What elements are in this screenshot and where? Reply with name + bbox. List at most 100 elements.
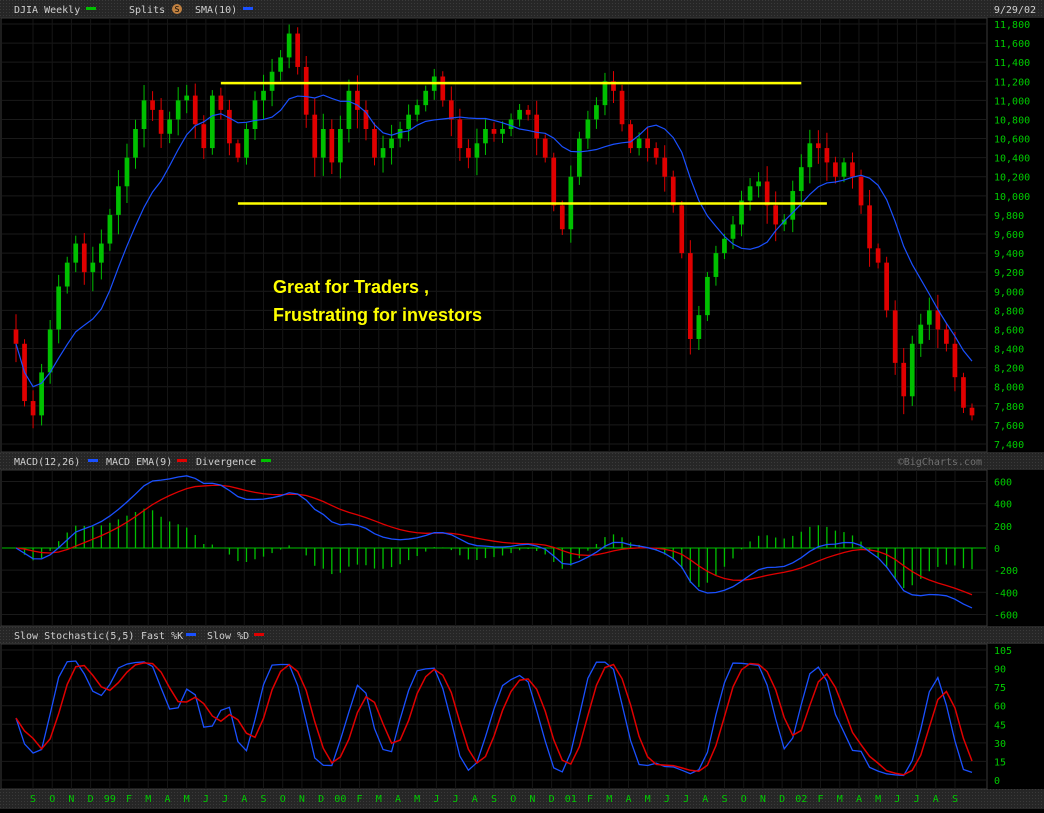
price-axis-tick: 11,800 bbox=[994, 20, 1030, 31]
divergence-legend-swatch bbox=[261, 459, 271, 462]
candle-body bbox=[577, 138, 582, 177]
candle-body bbox=[833, 162, 838, 177]
candle-body bbox=[269, 71, 275, 91]
candle-body bbox=[594, 105, 599, 120]
candle-body bbox=[201, 124, 207, 149]
candle-body bbox=[209, 95, 215, 149]
x-axis-label: M bbox=[606, 794, 612, 805]
price-axis-tick: 11,200 bbox=[994, 77, 1030, 88]
x-axis-label: J bbox=[914, 794, 920, 805]
macd-axis-tick: -200 bbox=[994, 566, 1018, 577]
candle-body bbox=[645, 138, 650, 149]
macd-axis-tick: 0 bbox=[994, 544, 1000, 555]
candle-body bbox=[500, 129, 505, 134]
x-axis-label: J bbox=[203, 794, 209, 805]
candle-body bbox=[756, 181, 761, 187]
candle-body bbox=[90, 262, 96, 273]
candle-body bbox=[423, 90, 429, 106]
candle-body bbox=[628, 124, 633, 149]
candle-body bbox=[141, 100, 147, 129]
candle-body bbox=[884, 262, 889, 311]
candle-body bbox=[508, 119, 514, 129]
x-axis-label: M bbox=[145, 794, 151, 805]
candle-body bbox=[286, 33, 292, 58]
x-axis-label: D bbox=[318, 794, 324, 805]
candle-body bbox=[303, 66, 309, 115]
x-axis-label: 00 bbox=[334, 794, 346, 805]
x-axis-label: J bbox=[664, 794, 670, 805]
candle-body bbox=[64, 262, 70, 287]
stoch-axis-tick: 90 bbox=[994, 665, 1006, 676]
price-axis-tick: 9,800 bbox=[994, 211, 1024, 222]
price-axis-tick: 8,000 bbox=[994, 383, 1024, 394]
candle-body bbox=[619, 90, 625, 125]
price-axis-tick: 9,000 bbox=[994, 287, 1024, 298]
candle-body bbox=[722, 238, 727, 254]
djia-legend-swatch bbox=[86, 7, 96, 10]
x-axis-label: S bbox=[721, 794, 727, 805]
x-axis-label: M bbox=[184, 794, 190, 805]
candle-body bbox=[944, 329, 949, 344]
price-axis-tick: 11,000 bbox=[994, 96, 1030, 107]
candle-body bbox=[824, 148, 830, 163]
annotation-line-1: Great for Traders , bbox=[273, 277, 429, 297]
x-axis-label: O bbox=[49, 794, 55, 805]
candle-body bbox=[713, 253, 719, 277]
candle-body bbox=[56, 286, 62, 330]
fast-k-label: Fast %K bbox=[141, 631, 183, 642]
stoch-axis-tick: 60 bbox=[994, 702, 1006, 713]
candle-body bbox=[474, 143, 480, 158]
x-axis-label: N bbox=[68, 794, 74, 805]
candle-body bbox=[483, 129, 488, 144]
price-axis-tick: 11,400 bbox=[994, 58, 1030, 69]
candle-body bbox=[184, 95, 190, 101]
candle-body bbox=[559, 205, 565, 230]
x-axis-label: J bbox=[433, 794, 439, 805]
candle-body bbox=[730, 224, 736, 239]
candle-body bbox=[816, 143, 821, 149]
candle-body bbox=[875, 248, 881, 263]
stoch-label: Slow Stochastic(5,5) bbox=[14, 631, 134, 642]
candle-body bbox=[338, 129, 343, 163]
candle-body bbox=[414, 105, 420, 115]
candle-body bbox=[406, 114, 411, 129]
x-axis-label: M bbox=[414, 794, 420, 805]
ema-legend-swatch bbox=[177, 459, 187, 462]
price-axis-tick: 9,400 bbox=[994, 249, 1024, 260]
price-axis-tick: 8,400 bbox=[994, 345, 1024, 356]
candle-body bbox=[687, 253, 693, 339]
x-axis-label: A bbox=[625, 794, 631, 805]
macd-axis-tick: -400 bbox=[994, 588, 1018, 599]
candle-body bbox=[841, 162, 847, 177]
candle-body bbox=[30, 401, 36, 416]
candle-body bbox=[790, 191, 796, 220]
x-axis-label: 02 bbox=[795, 794, 807, 805]
price-axis-tick: 11,600 bbox=[994, 39, 1030, 50]
x-axis-label: M bbox=[875, 794, 881, 805]
candle-body bbox=[261, 90, 266, 101]
candle-body bbox=[227, 109, 232, 144]
x-axis-label: D bbox=[549, 794, 555, 805]
watermark: ©BigCharts.com bbox=[898, 457, 982, 468]
candle-body bbox=[150, 100, 155, 110]
x-axis-label: M bbox=[837, 794, 843, 805]
macd-axis-tick: -600 bbox=[994, 610, 1018, 621]
stoch-axis-tick: 105 bbox=[994, 646, 1012, 657]
x-axis-label: F bbox=[818, 794, 824, 805]
x-axis-label: N bbox=[299, 794, 305, 805]
candle-body bbox=[167, 119, 172, 134]
x-axis-bar bbox=[0, 789, 1044, 809]
candle-body bbox=[551, 157, 557, 206]
x-axis-label: 01 bbox=[565, 794, 577, 805]
candle-body bbox=[81, 243, 87, 273]
candle-body bbox=[961, 377, 966, 408]
price-axis-tick: 10,600 bbox=[994, 135, 1030, 146]
candle-body bbox=[124, 157, 130, 187]
candle-body bbox=[466, 148, 471, 158]
slow-d-swatch bbox=[254, 633, 264, 636]
candle-body bbox=[158, 109, 164, 134]
candle-body bbox=[517, 109, 522, 120]
x-axis-label: A bbox=[395, 794, 401, 805]
macd-axis-tick: 600 bbox=[994, 478, 1012, 489]
candle-body bbox=[764, 181, 770, 206]
